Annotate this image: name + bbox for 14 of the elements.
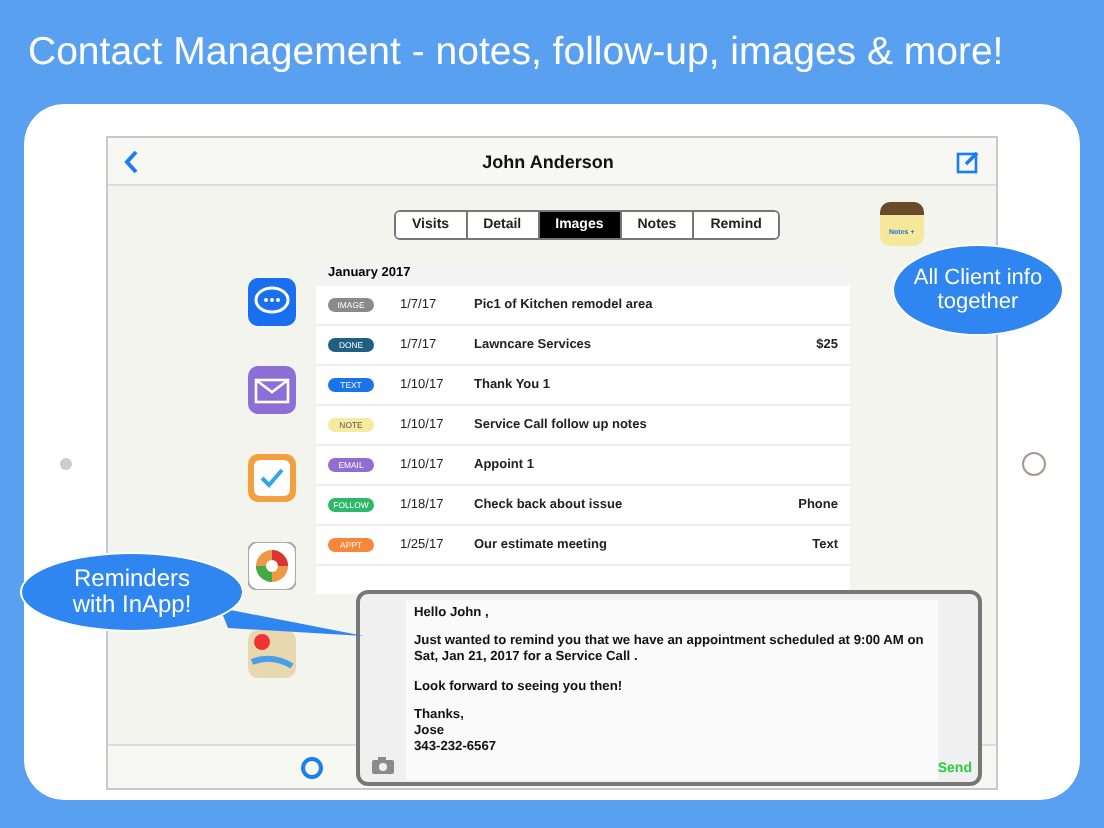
circle-icon[interactable] — [300, 755, 324, 779]
home-button-icon[interactable] — [1020, 450, 1048, 478]
callout-tail — [220, 604, 364, 640]
nav-title: John Anderson — [482, 151, 614, 171]
edit-icon[interactable] — [955, 149, 980, 173]
photos-icon[interactable] — [248, 542, 296, 590]
envelope-icon[interactable] — [248, 366, 296, 414]
map-icon[interactable] — [248, 630, 296, 678]
checkmark-icon[interactable] — [248, 454, 296, 502]
camera-dot-icon — [58, 456, 74, 472]
camera-icon[interactable] — [372, 756, 394, 774]
back-icon[interactable] — [124, 149, 140, 173]
chat-icon[interactable] — [248, 278, 296, 326]
banner-title: Contact Management - notes, follow-up, images & more! — [26, 27, 1006, 77]
